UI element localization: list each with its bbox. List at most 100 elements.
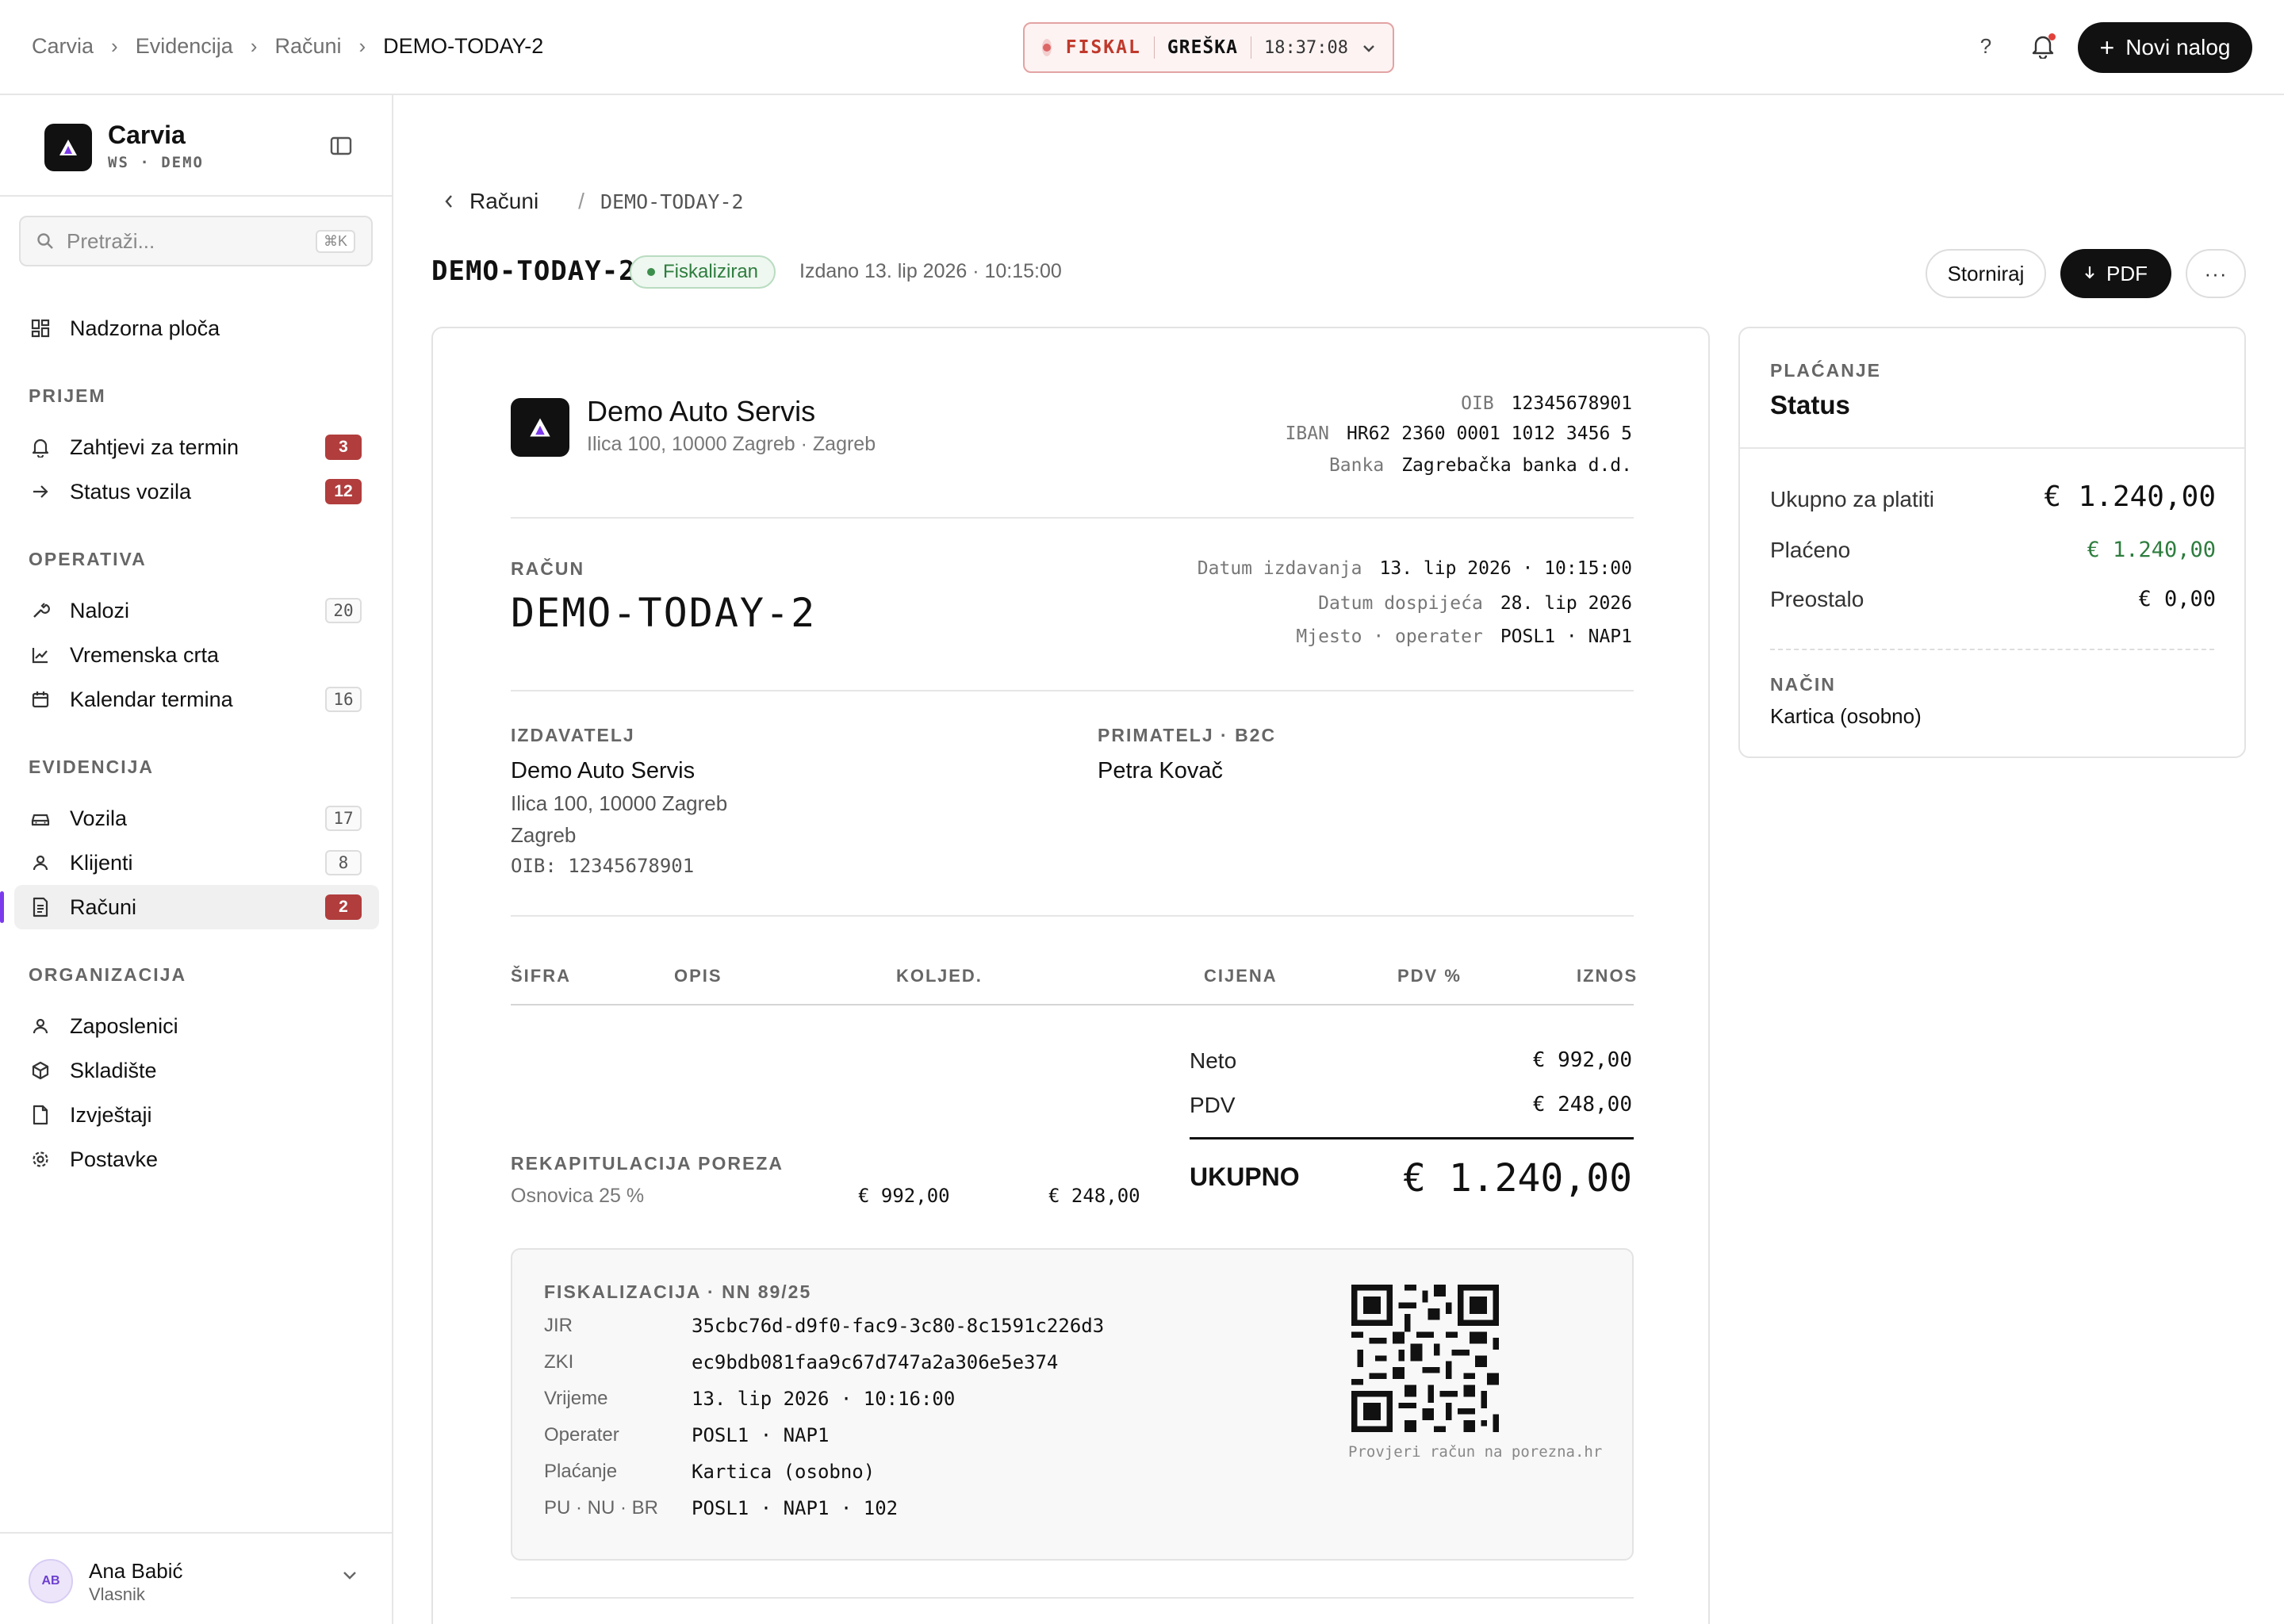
sidebar-item-skladiste[interactable]: Skladište <box>14 1048 379 1093</box>
fiscal-jir: 35cbc76d-d9f0-fac9-3c80-8c1591c226d3 <box>692 1315 1105 1337</box>
sidebar-item-dashboard[interactable]: Nadzorna ploča <box>14 306 379 350</box>
amount-due-label: Ukupno za platiti <box>1770 487 1935 511</box>
download-pdf-button[interactable]: PDF <box>2060 249 2171 298</box>
status-dot-icon <box>647 268 655 276</box>
divider <box>1770 649 2214 650</box>
sidebar-item-zahtjevi[interactable]: Zahtjevi za termin 3 <box>14 425 379 469</box>
section-evidencija: EVIDENCIJA <box>29 756 155 777</box>
column-header-sifra: ŠIFRA <box>511 966 571 986</box>
breadcrumb-carvia[interactable]: Carvia <box>32 34 94 59</box>
net-value: € 992,00 <box>1532 1048 1632 1072</box>
fiskal-time: 18:37:08 <box>1264 37 1348 58</box>
sidebar-item-status-vozila[interactable]: Status vozila 12 <box>14 469 379 514</box>
count-badge: 17 <box>325 806 362 831</box>
page-title: DEMO-TODAY-2 <box>431 255 636 287</box>
sidebar-item-racuni[interactable]: Računi 2 <box>0 885 379 929</box>
remaining-value: € 0,00 <box>2138 587 2216 611</box>
box-icon <box>29 1059 52 1082</box>
sidebar-item-klijenti[interactable]: Klijenti 8 <box>14 841 379 885</box>
issuer-name: Demo Auto Servis <box>511 758 696 783</box>
issue-date-key: Datum izdavanja <box>1197 558 1362 579</box>
oib-value: 12345678901 <box>1511 393 1632 414</box>
tax-recap-row-label: Osnovica 25 % <box>511 1185 645 1207</box>
fiscal-operator: POSL1 · NAP1 <box>692 1424 830 1446</box>
sidebar-item-label: Zaposlenici <box>70 1013 178 1038</box>
fiscal-zki: ec9bdb081faa9c67d747a2a306e5e374 <box>692 1351 1059 1373</box>
brand-header: Carvia WS · DEMO <box>0 95 392 197</box>
due-date: Datum dospijeća 28. lip 2026 <box>1318 593 1632 614</box>
vat-label: PDV <box>1190 1093 1236 1117</box>
breadcrumb-current: DEMO-TODAY-2 <box>383 33 544 58</box>
paid-label: Plaćeno <box>1770 538 1851 562</box>
user-menu[interactable]: AB Ana Babić Vlasnik <box>0 1532 392 1624</box>
new-order-button[interactable]: + Novi nalog <box>2078 22 2252 73</box>
search-input[interactable]: Pretraži... ⌘K <box>19 216 373 266</box>
sidebar-item-vozila[interactable]: Vozila 17 <box>14 796 379 841</box>
notifications-button[interactable] <box>2025 29 2060 63</box>
tax-recap-label: REKAPITULACIJA POREZA <box>511 1153 784 1174</box>
sidebar-item-kalendar[interactable]: Kalendar termina 16 <box>14 677 379 722</box>
company-address: Ilica 100, 10000 Zagreb · Zagreb <box>587 433 876 455</box>
due-date-key: Datum dospijeća <box>1318 593 1483 614</box>
qr-code <box>1351 1285 1499 1432</box>
oib-key: OIB <box>1461 393 1494 414</box>
divider <box>511 690 1634 691</box>
company-bank: Banka Zagrebačka banka d.d. <box>1329 455 1632 476</box>
column-header-iznos: IZNOS <box>1577 966 1638 986</box>
breadcrumb-evidencija[interactable]: Evidencija <box>136 34 233 59</box>
payment-title: Status <box>1770 390 1850 419</box>
help-button[interactable]: ? <box>1968 29 2003 63</box>
wrench-icon <box>29 599 52 622</box>
sidebar-item-label: Izvještaji <box>70 1102 152 1127</box>
storno-button[interactable]: Storniraj <box>1926 249 2046 298</box>
arrow-right-icon <box>29 480 52 504</box>
invoice-number: DEMO-TODAY-2 <box>511 590 817 636</box>
sidebar-item-izvjestaji[interactable]: Izvještaji <box>14 1093 379 1137</box>
sidebar-item-label: Vremenska crta <box>70 642 220 667</box>
fiskal-label: FISKAL <box>1065 37 1141 58</box>
top-bar: Carvia › Evidencija › Računi › DEMO-TODA… <box>0 0 2284 95</box>
bank-key: Banka <box>1328 455 1385 476</box>
sidebar-item-vremenska-crta[interactable]: Vremenska crta <box>14 633 379 677</box>
section-operativa: OPERATIVA <box>29 549 147 569</box>
column-header-jed: JED. <box>937 966 983 986</box>
chevron-right-icon: › <box>250 33 258 58</box>
sidebar-item-postavke[interactable]: Postavke <box>14 1137 379 1182</box>
company-logo <box>511 398 569 457</box>
brand-name: Carvia <box>108 121 186 149</box>
sidebar-item-zaposlenici[interactable]: Zaposlenici <box>14 1004 379 1048</box>
search-shortcut: ⌘K <box>315 229 355 253</box>
company-iban: IBAN HR62 2360 0001 1012 3456 5 <box>1286 423 1632 444</box>
divider <box>511 915 1634 917</box>
company-name: Demo Auto Servis <box>587 395 816 427</box>
fiskal-status-dropdown[interactable]: FISKAL GREŠKA 18:37:08 <box>1023 22 1394 73</box>
status-label: Fiskaliziran <box>663 261 759 282</box>
sidebar-item-nalozi[interactable]: Nalozi 20 <box>14 588 379 633</box>
calendar-icon <box>29 688 52 711</box>
paid-value: € 1.240,00 <box>2087 538 2216 562</box>
status-badge: Fiskaliziran <box>630 255 776 289</box>
user-name: Ana Babić <box>89 1559 183 1583</box>
tax-recap-tax: € 248,00 <box>1048 1185 1140 1207</box>
grand-total-value: € 1.240,00 <box>1403 1156 1632 1201</box>
place-operator: Mjesto · operater POSL1 · NAP1 <box>1296 626 1632 647</box>
net-label: Neto <box>1190 1048 1237 1073</box>
workspace-label: WS · DEMO <box>108 154 204 171</box>
user-icon <box>29 851 52 875</box>
place-value: POSL1 · NAP1 <box>1500 626 1632 647</box>
chevron-right-icon: › <box>358 33 366 58</box>
sidebar-toggle-icon[interactable] <box>330 136 355 157</box>
iban-value: HR62 2360 0001 1012 3456 5 <box>1346 423 1632 444</box>
due-date-value: 28. lip 2026 <box>1500 593 1632 614</box>
file-icon <box>29 1103 52 1127</box>
breadcrumb-racuni[interactable]: Računi <box>274 34 341 59</box>
chevron-down-icon <box>1362 40 1375 56</box>
more-options-button[interactable]: ··· <box>2186 249 2246 298</box>
fiscal-key: Operater <box>544 1424 619 1446</box>
fiscal-pu-nu-br: POSL1 · NAP1 · 102 <box>692 1497 899 1519</box>
divider <box>1153 36 1155 59</box>
issuer-label: IZDAVATELJ <box>511 725 635 745</box>
back-link[interactable]: Računi <box>469 189 538 214</box>
divider <box>1740 447 2244 449</box>
total-divider <box>1190 1137 1634 1139</box>
